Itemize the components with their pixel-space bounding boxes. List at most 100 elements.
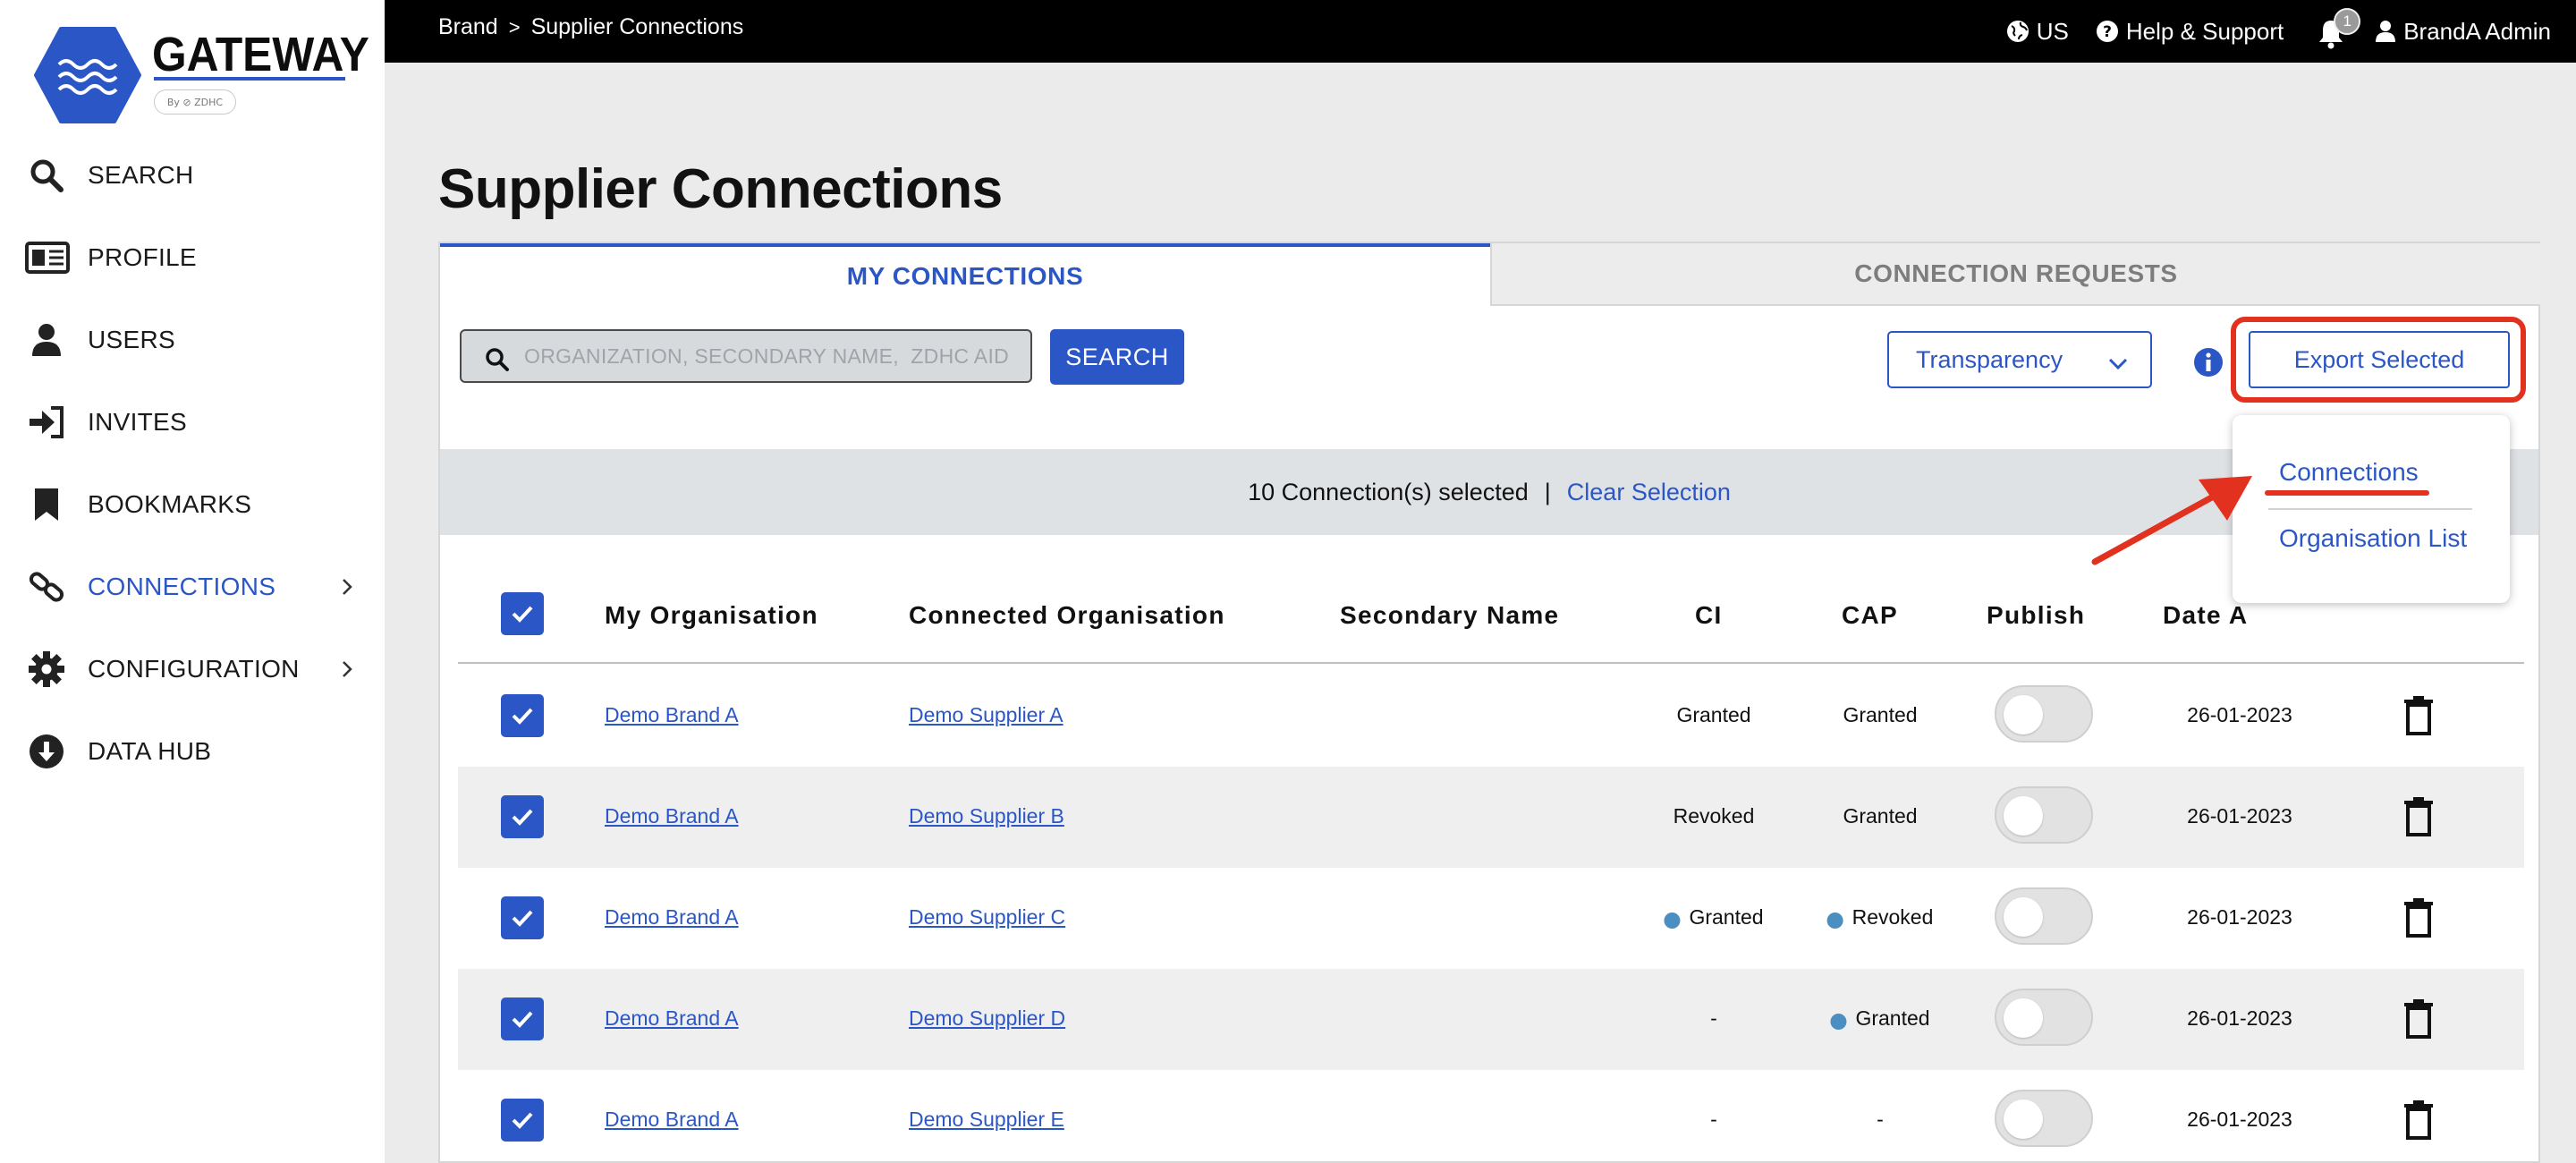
info-icon[interactable] [2193, 347, 2224, 378]
checkmark-icon [512, 606, 533, 623]
toggle-knob [2004, 695, 2043, 734]
sidebar-item-label: BOOKMARKS [88, 490, 252, 518]
row-checkbox[interactable] [501, 896, 544, 939]
publish-toggle[interactable] [1995, 887, 2093, 945]
date-text: 26-01-2023 [2187, 905, 2292, 929]
status-dot [1826, 912, 1843, 929]
tab-my-connections[interactable]: MY CONNECTIONS [440, 243, 1490, 306]
my-organisation-link[interactable]: Demo Brand A [605, 1006, 739, 1031]
connected-organisation-link[interactable]: Demo Supplier A [909, 703, 1063, 727]
trash-icon[interactable] [2402, 999, 2435, 1039]
sidebar-item-connections[interactable]: CONNECTIONS [0, 546, 385, 628]
table-row: Demo Brand A Demo Supplier A Granted Gra… [458, 666, 2524, 767]
date-text: 26-01-2023 [2187, 804, 2292, 828]
publish-toggle[interactable] [1995, 989, 2093, 1046]
sidebar-item-label: USERS [88, 326, 175, 353]
select-all-checkbox[interactable] [501, 592, 544, 635]
breadcrumb: Brand > Supplier Connections [438, 14, 743, 40]
breadcrumb-brand[interactable]: Brand [438, 14, 498, 40]
header-my-organisation[interactable]: My Organisation [605, 601, 818, 630]
publish-toggle[interactable] [1995, 1090, 2093, 1147]
export-dropdown-menu: Connections Organisation List [2233, 415, 2510, 603]
logo-hexagon-icon [34, 27, 141, 123]
header-date[interactable]: Date A [2163, 601, 2248, 630]
row-checkbox[interactable] [501, 1099, 544, 1142]
header-connected-organisation[interactable]: Connected Organisation [909, 601, 1225, 630]
breadcrumb-current: Supplier Connections [530, 14, 744, 39]
my-organisation-link[interactable]: Demo Brand A [605, 1108, 739, 1132]
date-cell: 26-01-2023 [2187, 1108, 2292, 1132]
checkmark-icon [512, 708, 533, 725]
sidebar-item-profile[interactable]: PROFILE [0, 216, 385, 299]
connected-organisation-link[interactable]: Demo Supplier E [909, 1108, 1064, 1132]
region-label: US [2036, 17, 2069, 45]
help-label: Help & Support [2125, 17, 2284, 45]
checkmark-icon [512, 1011, 533, 1028]
trash-icon[interactable] [2402, 898, 2435, 938]
my-organisation-link[interactable]: Demo Brand A [605, 703, 739, 727]
ci-status-text: - [1710, 1006, 1717, 1030]
logo-by-zdhc: By ⊘ ZDHC [154, 89, 236, 115]
header-publish[interactable]: Publish [1987, 601, 2085, 630]
svg-text:?: ? [2103, 23, 2112, 41]
sidebar-item-label: CONNECTIONS [88, 573, 276, 600]
sidebar-item-search[interactable]: SEARCH [0, 134, 385, 216]
gateway-logo[interactable]: GATEWAY By ⊘ ZDHC [34, 27, 369, 125]
sign-in-icon [27, 403, 66, 442]
date-text: 26-01-2023 [2187, 1006, 2292, 1030]
search-field [460, 329, 1032, 383]
cap-status-text: Granted [1843, 804, 1918, 828]
tab-connection-requests[interactable]: CONNECTION REQUESTS [1490, 243, 2540, 306]
date-cell: 26-01-2023 [2187, 1006, 2292, 1031]
trash-icon[interactable] [2402, 696, 2435, 735]
region-selector[interactable]: US [2006, 18, 2069, 46]
export-selected-button[interactable]: Export Selected [2249, 331, 2510, 388]
export-connections-option[interactable]: Connections [2279, 458, 2419, 487]
notifications-button[interactable]: 1 [2318, 8, 2361, 49]
ci-status: Granted [1676, 703, 1750, 727]
sidebar-item-label: PROFILE [88, 243, 197, 271]
bookmark-icon [27, 485, 66, 524]
question-circle-icon: ? [2096, 21, 2118, 42]
header-secondary-name[interactable]: Secondary Name [1340, 601, 1559, 630]
connected-organisation-link[interactable]: Demo Supplier B [909, 804, 1064, 828]
search-input[interactable] [524, 331, 1025, 381]
user-name: BrandA Admin [2403, 17, 2551, 45]
export-organisation-list-option[interactable]: Organisation List [2279, 524, 2467, 553]
connected-organisation-link[interactable]: Demo Supplier D [909, 1006, 1065, 1031]
sidebar-item-users[interactable]: USERS [0, 299, 385, 381]
top-bar: Brand > Supplier Connections US ? Help &… [385, 0, 2576, 63]
help-support-link[interactable]: ? Help & Support [2096, 18, 2284, 46]
ci-status-text: Revoked [1673, 804, 1755, 828]
sidebar-item-label: CONFIGURATION [88, 655, 300, 683]
cap-status: Granted [1830, 1006, 1930, 1031]
trash-icon[interactable] [2402, 1100, 2435, 1140]
sidebar-item-bookmarks[interactable]: BOOKMARKS [0, 463, 385, 546]
breadcrumb-separator: > [508, 15, 521, 38]
cap-status-text: - [1877, 1108, 1884, 1131]
date-text: 26-01-2023 [2187, 703, 2292, 726]
header-cap[interactable]: CAP [1842, 601, 1898, 630]
date-text: 26-01-2023 [2187, 1108, 2292, 1131]
connected-organisation-link[interactable]: Demo Supplier C [909, 905, 1065, 930]
user-menu[interactable]: BrandA Admin [2375, 18, 2551, 46]
header-ci[interactable]: CI [1695, 601, 1723, 630]
publish-toggle[interactable] [1995, 685, 2093, 743]
ci-status: Granted [1664, 905, 1764, 930]
row-checkbox[interactable] [501, 694, 544, 737]
sidebar-item-invites[interactable]: INVITES [0, 381, 385, 463]
row-checkbox[interactable] [501, 795, 544, 838]
my-organisation-link[interactable]: Demo Brand A [605, 804, 739, 828]
search-button[interactable]: SEARCH [1050, 329, 1184, 385]
cap-status: Revoked [1826, 905, 1933, 930]
my-organisation-link[interactable]: Demo Brand A [605, 905, 739, 930]
row-checkbox[interactable] [501, 997, 544, 1040]
sidebar-item-configuration[interactable]: CONFIGURATION [0, 628, 385, 710]
clear-selection-link[interactable]: Clear Selection [1567, 479, 1731, 506]
sidebar-item-data-hub[interactable]: DATA HUB [0, 710, 385, 793]
logo-underline [154, 77, 345, 81]
transparency-select[interactable]: Transparency [1887, 331, 2152, 388]
trash-icon[interactable] [2402, 797, 2435, 836]
publish-toggle[interactable] [1995, 786, 2093, 844]
status-dot [1664, 912, 1681, 929]
